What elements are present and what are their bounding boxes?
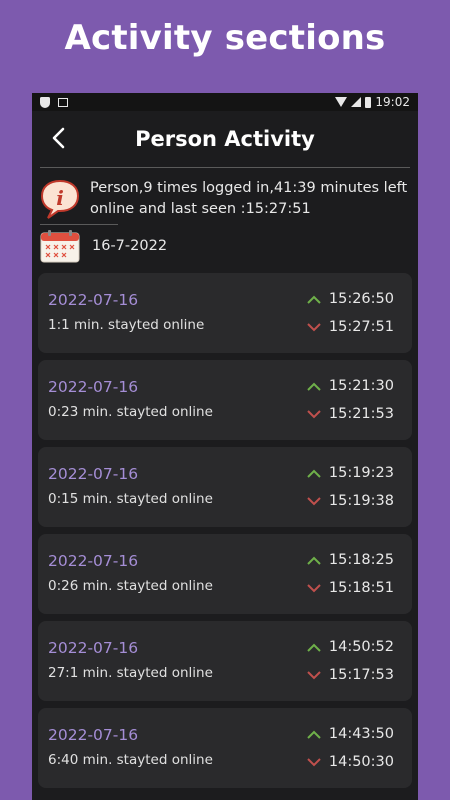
chevron-up-icon (307, 556, 321, 565)
session-duration: 6:40 min. stayted online (48, 752, 213, 768)
session-duration: 0:26 min. stayted online (48, 578, 213, 594)
date-row: 16-7-2022 (32, 225, 418, 267)
logout-time: 15:19:38 (328, 493, 394, 509)
session-date: 2022-07-16 (48, 465, 139, 483)
chevron-up-icon (307, 469, 321, 478)
login-time: 15:18:25 (328, 552, 394, 568)
chevron-down-icon (307, 496, 321, 505)
chevron-up-icon (307, 643, 321, 652)
shield-icon (40, 96, 50, 108)
status-time: 19:02 (375, 95, 410, 109)
summary-row: i Person,9 times logged in,41:39 minutes… (32, 168, 418, 220)
info-speech-bubble-icon: i (40, 178, 80, 219)
summary-text: Person,9 times logged in,41:39 minutes l… (90, 180, 408, 217)
chevron-down-icon (307, 583, 321, 592)
login-time: 15:26:50 (328, 291, 394, 307)
list-item[interactable]: 2022-07-16 0:23 min. stayted online 15:2… (38, 360, 412, 440)
session-date: 2022-07-16 (48, 639, 139, 657)
session-date: 2022-07-16 (48, 552, 139, 570)
current-date: 16-7-2022 (92, 238, 168, 254)
session-duration: 1:1 min. stayted online (48, 317, 205, 333)
image-icon (58, 97, 68, 107)
chevron-up-icon (307, 730, 321, 739)
calendar-icon (40, 229, 80, 263)
list-item[interactable]: 2022-07-16 27:1 min. stayted online 14:5… (38, 621, 412, 701)
session-date: 2022-07-16 (48, 726, 139, 744)
session-duration: 0:23 min. stayted online (48, 404, 213, 420)
app-bar: Person Activity (32, 111, 418, 167)
promo-banner-title: Activity sections (64, 18, 386, 58)
back-arrow-icon[interactable] (46, 126, 70, 150)
login-time: 15:19:23 (328, 465, 394, 481)
login-time: 15:21:30 (328, 378, 394, 394)
chevron-up-icon (307, 295, 321, 304)
logout-time: 15:27:51 (328, 319, 394, 335)
list-item[interactable]: 2022-07-16 0:26 min. stayted online 15:1… (38, 534, 412, 614)
svg-text:i: i (56, 186, 64, 210)
signal-icon (351, 97, 362, 107)
session-date: 2022-07-16 (48, 378, 139, 396)
phone-screen: 19:02 Person Activity i Person,9 times l… (32, 93, 418, 800)
status-bar: 19:02 (32, 93, 418, 111)
chevron-up-icon (307, 382, 321, 391)
chevron-down-icon (307, 322, 321, 331)
login-time: 14:50:52 (328, 639, 394, 655)
logout-time: 14:50:30 (328, 754, 394, 770)
list-item[interactable]: 2022-07-16 0:15 min. stayted online 15:1… (38, 447, 412, 527)
chevron-down-icon (307, 409, 321, 418)
wifi-icon (335, 97, 348, 107)
chevron-down-icon (307, 757, 321, 766)
list-item[interactable]: 2022-07-16 1:1 min. stayted online 15:26… (38, 273, 412, 353)
session-date: 2022-07-16 (48, 291, 139, 309)
chevron-down-icon (307, 670, 321, 679)
logout-time: 15:18:51 (328, 580, 394, 596)
session-list: 2022-07-16 1:1 min. stayted online 15:26… (32, 267, 418, 788)
logout-time: 15:17:53 (328, 667, 394, 683)
logout-time: 15:21:53 (328, 406, 394, 422)
battery-icon (365, 96, 372, 108)
page-title: Person Activity (135, 127, 315, 151)
session-duration: 0:15 min. stayted online (48, 491, 213, 507)
session-duration: 27:1 min. stayted online (48, 665, 213, 681)
list-item[interactable]: 2022-07-16 6:40 min. stayted online 14:4… (38, 708, 412, 788)
login-time: 14:43:50 (328, 726, 394, 742)
